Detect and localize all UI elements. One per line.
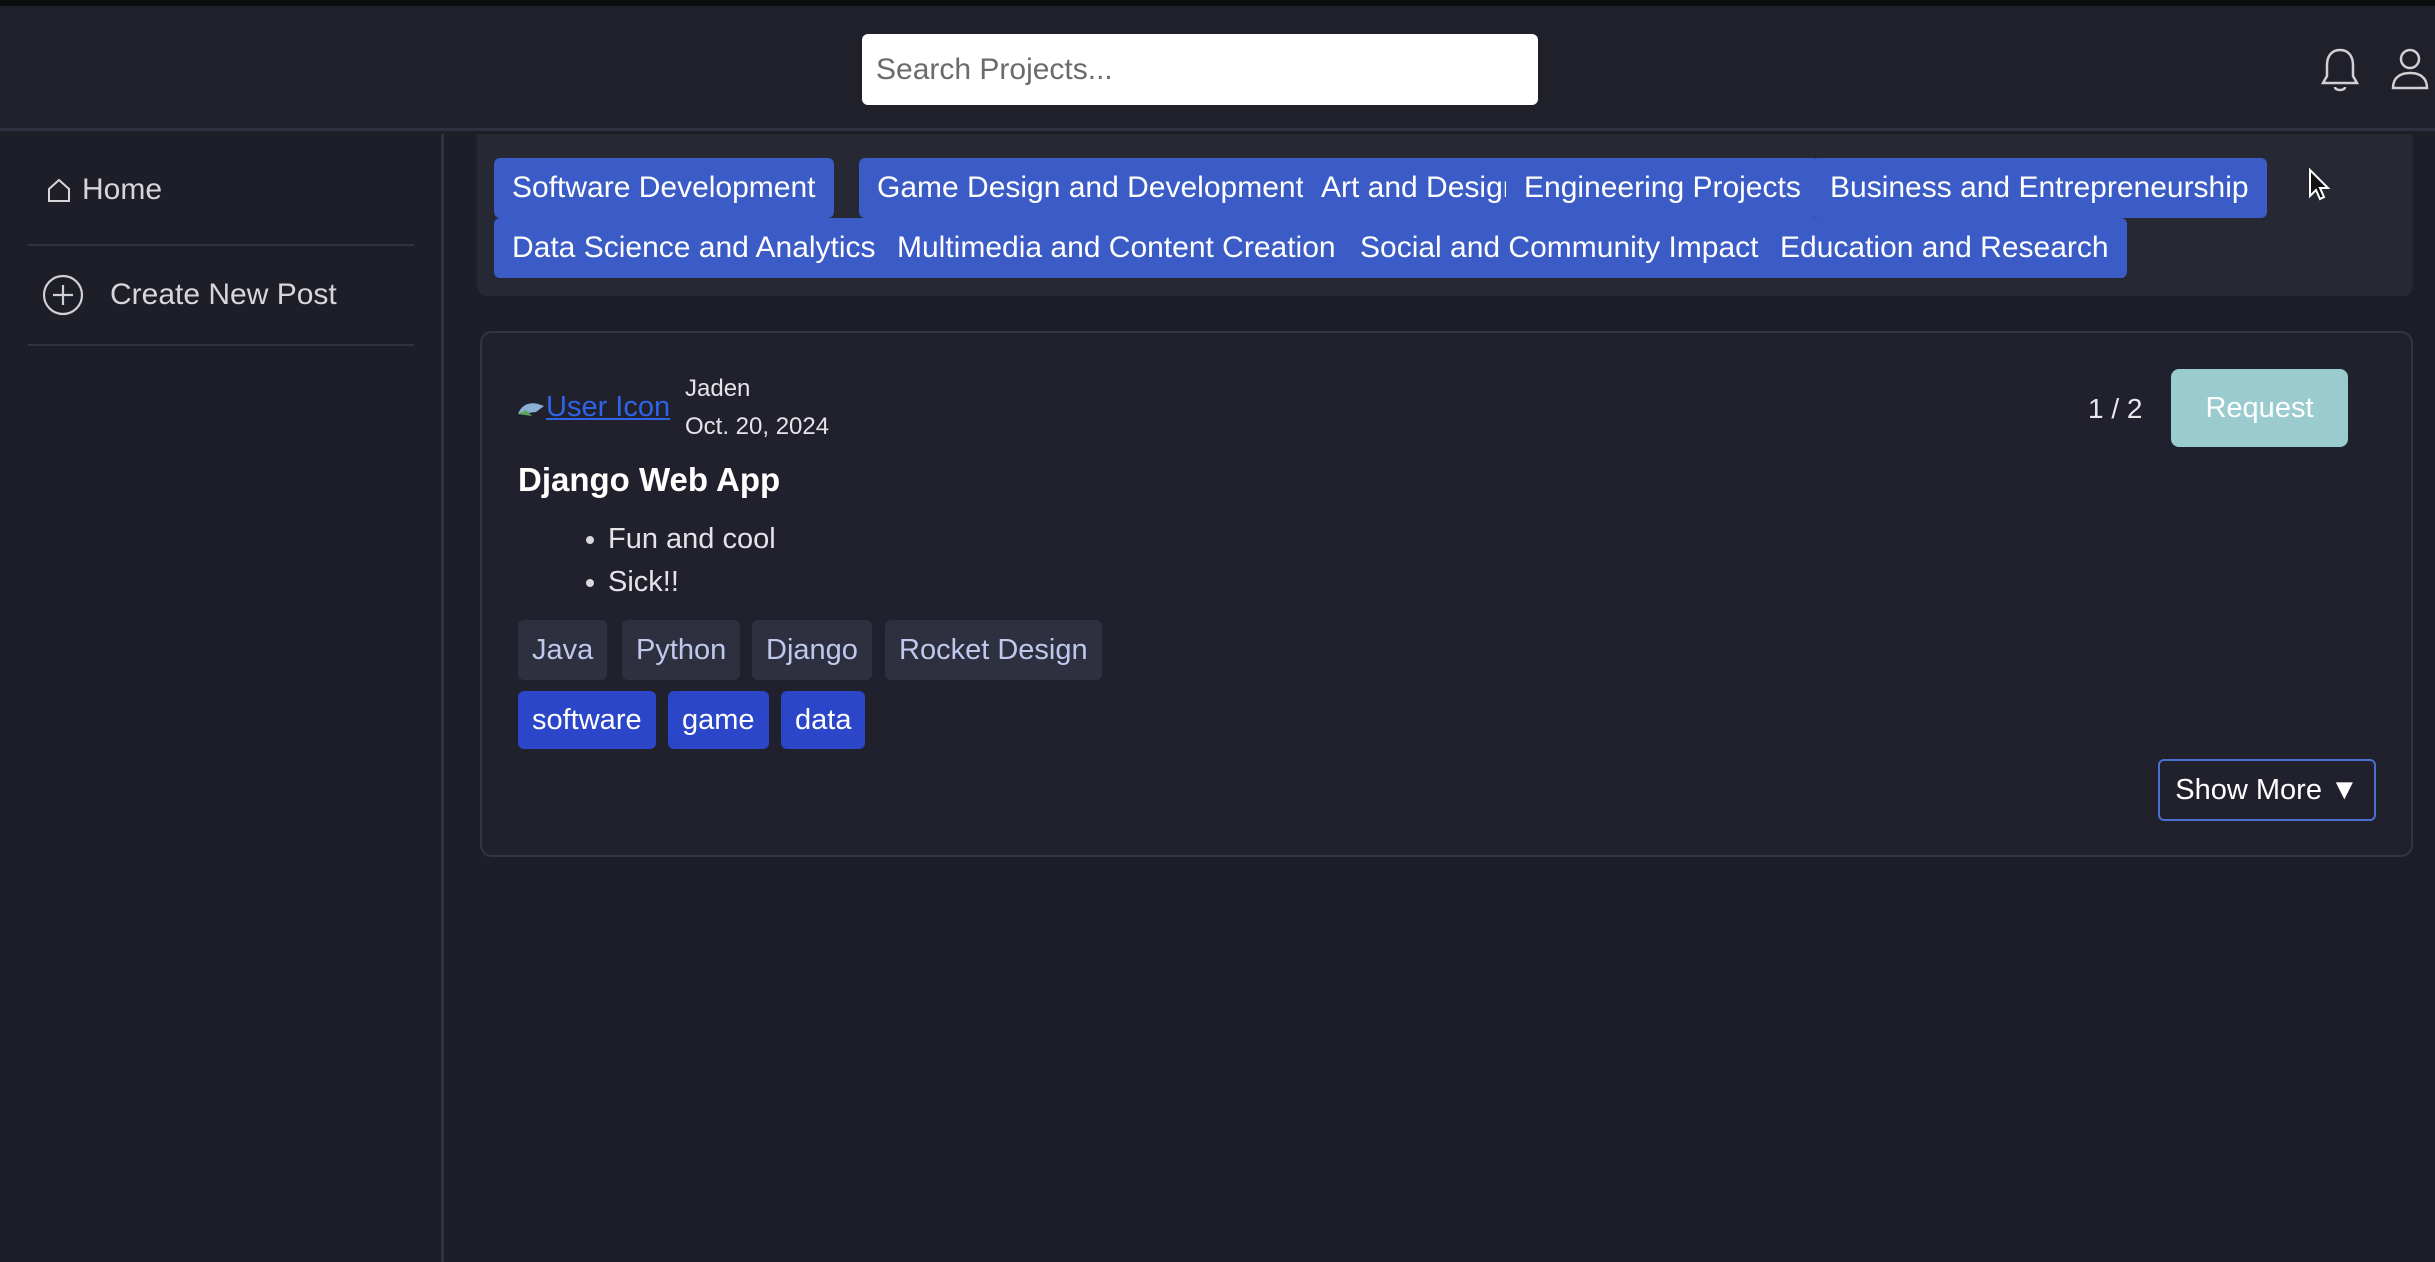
sidebar-item-home[interactable]: Home	[28, 156, 414, 246]
category-button-engineering[interactable]: Engineering Projects	[1506, 158, 1819, 218]
category-tag: game	[668, 691, 769, 749]
post-author: Jaden	[685, 375, 751, 402]
top-bar	[0, 6, 2435, 131]
post-title: Django Web App	[518, 461, 781, 498]
avatar[interactable]: User Icon	[516, 391, 670, 424]
avatar-alt-text: User Icon	[546, 391, 671, 423]
sidebar-item-create-new-post[interactable]: Create New Post	[28, 246, 414, 346]
category-button-education[interactable]: Education and Research	[1762, 218, 2127, 278]
post-card: User Icon Jaden Oct. 20, 2024 1 / 2 Requ…	[480, 331, 2413, 857]
skill-tag: Rocket Design	[885, 620, 1102, 680]
category-tag: data	[781, 691, 866, 749]
bullet-icon	[586, 535, 594, 544]
category-button-game-design[interactable]: Game Design and Development	[859, 158, 1322, 218]
mouse-cursor-icon	[2308, 167, 2332, 207]
category-filter-panel: Software Development Game Design and Dev…	[477, 134, 2413, 296]
sidebar-item-label: Home	[82, 173, 163, 206]
sidebar: Home Create New Post	[0, 134, 444, 1262]
sidebar-item-label: Create New Post	[110, 278, 337, 311]
category-button-data-science[interactable]: Data Science and Analytics	[494, 218, 894, 278]
category-button-art-design[interactable]: Art and Design	[1303, 158, 1538, 218]
member-counter: 1 / 2	[2088, 393, 2143, 424]
plus-circle-icon	[42, 274, 84, 316]
user-icon[interactable]	[2390, 46, 2430, 97]
broken-image-icon	[518, 402, 544, 416]
category-tag: software	[518, 691, 656, 749]
bell-icon[interactable]	[2320, 46, 2360, 99]
bullet-icon	[586, 578, 594, 587]
post-description-list: Fun and cool Sick!!	[586, 518, 776, 604]
list-item: Fun and cool	[586, 518, 776, 561]
search-input[interactable]	[862, 34, 1538, 105]
show-more-button[interactable]: Show More ▼	[2158, 759, 2376, 821]
category-button-social-impact[interactable]: Social and Community Impact	[1342, 218, 1777, 278]
post-date: Oct. 20, 2024	[685, 413, 830, 440]
skill-tag: Django	[752, 620, 872, 680]
category-button-software-development[interactable]: Software Development	[494, 158, 834, 218]
category-button-multimedia[interactable]: Multimedia and Content Creation	[879, 218, 1354, 278]
request-button[interactable]: Request	[2171, 369, 2348, 447]
list-item: Sick!!	[586, 561, 776, 604]
home-icon	[48, 178, 70, 202]
category-button-business[interactable]: Business and Entrepreneurship	[1812, 158, 2267, 218]
skill-tag: Java	[518, 620, 608, 680]
app-window: Home Create New Post Software Developmen…	[0, 0, 2435, 1262]
skill-tag: Python	[622, 620, 741, 680]
